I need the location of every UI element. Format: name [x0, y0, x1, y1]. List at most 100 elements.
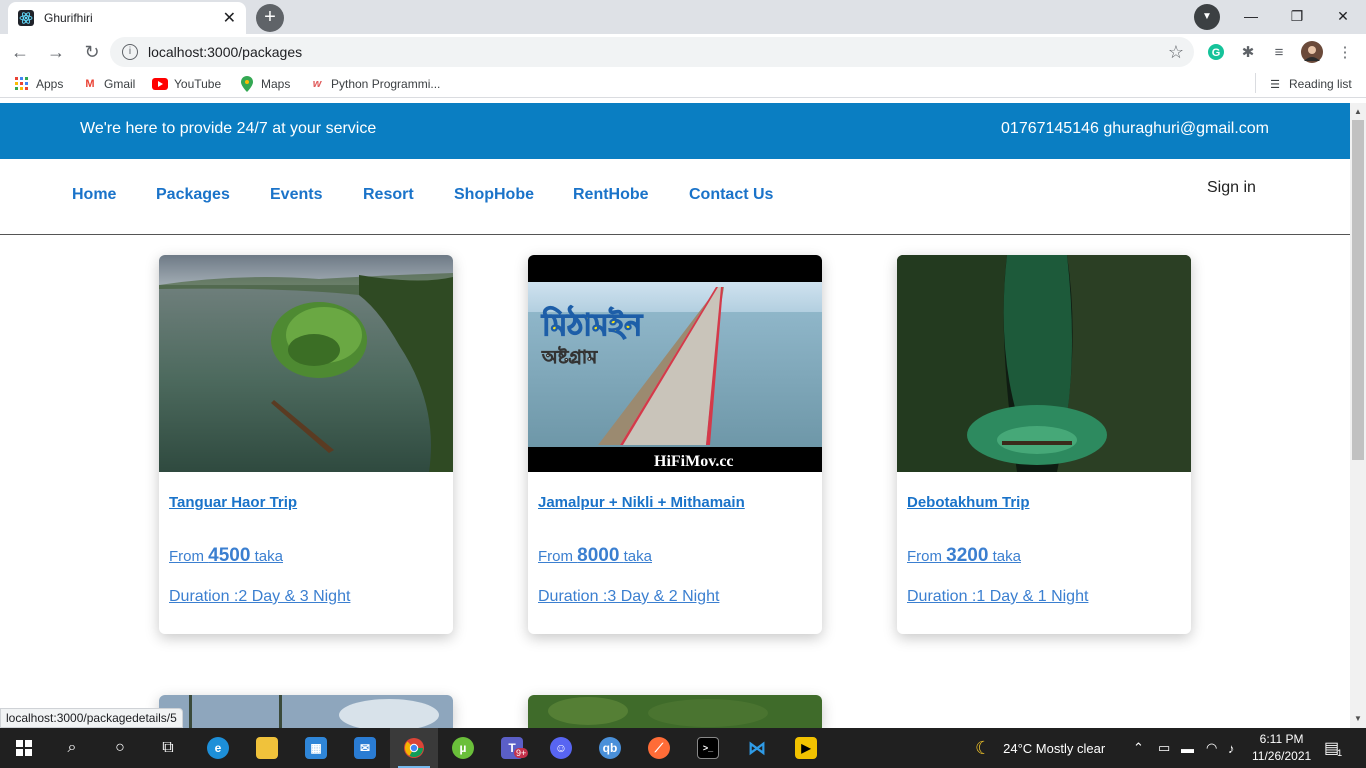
store-icon[interactable]: ▦: [292, 728, 340, 768]
package-image[interactable]: মিঠামইন অষ্টগ্রাম HiFiMov.cc: [528, 255, 822, 472]
moon-icon: ☾: [975, 737, 992, 758]
cortana-icon[interactable]: ○: [96, 728, 144, 768]
scroll-up-icon[interactable]: ▲: [1354, 107, 1362, 116]
file-explorer-icon[interactable]: [243, 728, 291, 768]
bookmark-label: Maps: [261, 77, 291, 91]
nav-contact-us[interactable]: Contact Us: [689, 186, 773, 204]
bookmark-apps[interactable]: Apps: [14, 76, 63, 92]
teams-icon[interactable]: T 9+: [488, 728, 536, 768]
task-view-icon[interactable]: ⧉: [144, 728, 192, 768]
tab-search-icon[interactable]: ▼: [1194, 4, 1220, 30]
address-bar[interactable]: i localhost:3000/packages ☆: [110, 37, 1194, 67]
restore-button[interactable]: ❐: [1274, 0, 1320, 32]
sign-in-link[interactable]: Sign in: [1207, 179, 1256, 197]
player-icon[interactable]: ▶: [782, 728, 830, 768]
window-close-button[interactable]: ✕: [1320, 0, 1366, 32]
meet-now-icon[interactable]: ▭: [1158, 728, 1170, 768]
mail-icon[interactable]: ✉: [341, 728, 389, 768]
weather-widget[interactable]: ☾ 24°C Mostly clear: [975, 728, 1105, 768]
package-duration[interactable]: Duration :1 Day & 1 Night: [907, 588, 1088, 606]
package-card[interactable]: Tanguar Haor Trip From 4500 taka Duratio…: [159, 255, 453, 634]
reading-list-button[interactable]: ☰ Reading list: [1267, 76, 1352, 92]
notification-count: 1: [1337, 748, 1343, 758]
media-control-icon[interactable]: ≡: [1268, 41, 1290, 63]
package-image[interactable]: [159, 255, 453, 472]
package-price[interactable]: From 4500 taka: [169, 545, 283, 567]
chrome-icon[interactable]: [390, 728, 438, 768]
reading-list-icon: ☰: [1270, 78, 1280, 91]
maps-pin-icon: [239, 76, 255, 92]
price-suffix: taka: [254, 548, 283, 565]
package-card[interactable]: মিঠামইন অষ্টগ্রাম HiFiMov.cc Jamalpur + …: [528, 255, 822, 634]
bookmark-label: Gmail: [104, 77, 136, 91]
site-info-icon[interactable]: i: [122, 44, 138, 60]
profile-avatar[interactable]: [1301, 41, 1323, 63]
grammarly-icon[interactable]: G: [1205, 41, 1227, 63]
windows-taskbar: ⌕ ○ ⧉ e ▦ ✉ µ T 9+ ☺ qb ⟋ >_ ⋈ ▶ ☾ 24°C …: [0, 728, 1366, 768]
discord-icon[interactable]: ☺: [537, 728, 585, 768]
bookmark-label: Python Programmi...: [331, 77, 441, 91]
forward-icon[interactable]: →: [40, 36, 72, 68]
scroll-down-icon[interactable]: ▼: [1354, 714, 1362, 723]
nav-packages[interactable]: Packages: [156, 186, 230, 204]
browser-tab-strip: Ghurifhiri ✕ + ▼ — ❐ ✕: [0, 0, 1366, 34]
vscode-icon[interactable]: ⋈: [733, 728, 781, 768]
show-hidden-icons-icon[interactable]: ⌃: [1133, 728, 1144, 768]
apps-grid-icon: [14, 76, 30, 92]
nav-home[interactable]: Home: [72, 186, 116, 204]
package-title[interactable]: Jamalpur + Nikli + Mithamain: [538, 494, 745, 511]
react-favicon-icon: [18, 10, 34, 26]
package-card[interactable]: [528, 695, 822, 728]
scrollbar-thumb[interactable]: [1352, 120, 1364, 460]
system-clock[interactable]: 6:11 PM 11/26/2021: [1252, 731, 1311, 765]
qbittorrent-icon[interactable]: qb: [586, 728, 634, 768]
price-amount: 3200: [946, 545, 989, 566]
volume-icon[interactable]: ♪: [1228, 728, 1235, 768]
back-icon[interactable]: ←: [4, 36, 36, 68]
package-image[interactable]: [528, 695, 822, 728]
browser-tab[interactable]: Ghurifhiri ✕: [8, 2, 246, 34]
package-title[interactable]: Debotakhum Trip: [907, 494, 1030, 511]
clock-date: 11/26/2021: [1252, 749, 1312, 763]
service-tagline: We're here to provide 24/7 at your servi…: [80, 120, 377, 137]
page-scrollbar[interactable]: ▲ ▼: [1350, 103, 1366, 728]
postman-icon[interactable]: ⟋: [635, 728, 683, 768]
clock-time: 6:11 PM: [1259, 732, 1304, 746]
package-duration[interactable]: Duration :3 Day & 2 Night: [538, 588, 719, 606]
package-price[interactable]: From 3200 taka: [907, 545, 1021, 567]
extensions-icon[interactable]: ✱: [1237, 41, 1259, 63]
windows-start-icon[interactable]: [0, 728, 48, 768]
price-suffix: taka: [992, 548, 1021, 565]
package-price[interactable]: From 8000 taka: [538, 545, 652, 567]
search-icon[interactable]: ⌕: [48, 728, 96, 768]
battery-icon[interactable]: ▬: [1181, 728, 1194, 768]
site-navbar: Home Packages Events Resort ShopHobe Ren…: [0, 159, 1350, 235]
package-card[interactable]: [159, 695, 453, 728]
bookmark-gmail[interactable]: M Gmail: [82, 76, 135, 92]
contact-info: 01767145146 ghuraghuri@gmail.com: [1001, 120, 1269, 137]
nav-events[interactable]: Events: [270, 186, 322, 204]
terminal-icon[interactable]: >_: [684, 728, 732, 768]
reload-icon[interactable]: ↻: [76, 36, 108, 68]
bookmark-star-icon[interactable]: ☆: [1168, 42, 1184, 63]
edge-icon[interactable]: e: [194, 728, 242, 768]
package-image[interactable]: [159, 695, 453, 728]
package-duration[interactable]: Duration :2 Day & 3 Night: [169, 588, 350, 606]
browser-menu-icon[interactable]: ⋮: [1334, 41, 1356, 63]
wifi-icon[interactable]: ◠: [1206, 728, 1217, 768]
tab-close-icon[interactable]: ✕: [223, 8, 236, 28]
package-card[interactable]: Debotakhum Trip From 3200 taka Duration …: [897, 255, 1191, 634]
utorrent-icon[interactable]: µ: [439, 728, 487, 768]
nav-resort[interactable]: Resort: [363, 186, 414, 204]
nav-shophobe[interactable]: ShopHobe: [454, 186, 534, 204]
bookmark-maps[interactable]: Maps: [239, 76, 290, 92]
new-tab-button[interactable]: +: [256, 4, 284, 32]
bookmark-python[interactable]: w Python Programmi...: [309, 76, 441, 92]
bookmark-youtube[interactable]: YouTube: [152, 76, 221, 92]
package-title[interactable]: Tanguar Haor Trip: [169, 494, 297, 511]
reading-list-label: Reading list: [1289, 77, 1352, 91]
package-image[interactable]: [897, 255, 1191, 472]
nav-renthobe[interactable]: RentHobe: [573, 186, 649, 204]
minimize-button[interactable]: —: [1228, 0, 1274, 32]
notification-center-icon[interactable]: ▤ 1: [1324, 728, 1342, 768]
